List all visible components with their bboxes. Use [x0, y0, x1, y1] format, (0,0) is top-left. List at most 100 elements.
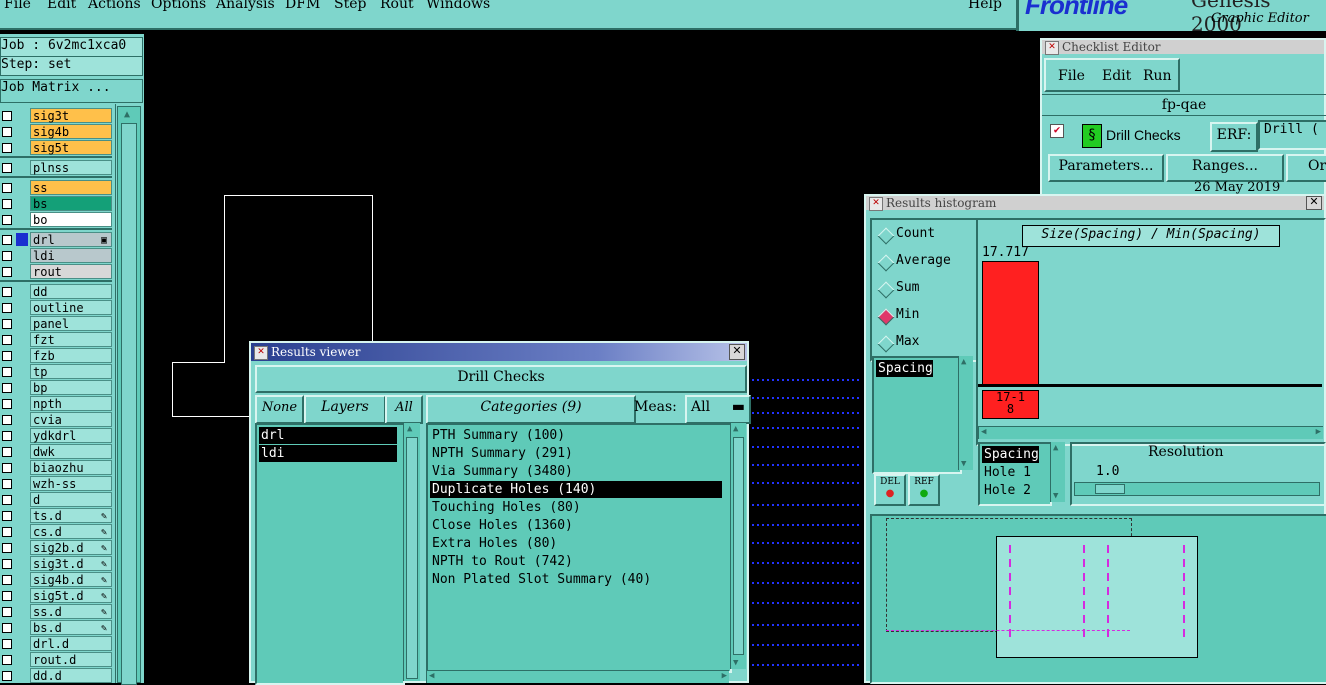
layer-name[interactable]: bs.d ✎	[30, 620, 112, 635]
chart-hscrollbar[interactable]: ◀ ▶	[978, 426, 1323, 439]
layer-checkbox[interactable]	[2, 671, 12, 681]
layer-scrollbar[interactable]: ▲	[117, 106, 141, 685]
layer-row[interactable]: ldi	[0, 248, 112, 263]
layer-checkbox[interactable]	[2, 303, 12, 313]
histogram-titlebar[interactable]: ✕ Results histogram ✕	[866, 196, 1324, 211]
layer-row[interactable]: sig4b	[0, 124, 112, 139]
layer-name[interactable]: rout	[30, 264, 112, 279]
layer-checkbox[interactable]	[2, 607, 12, 617]
layer-name[interactable]: outline	[30, 300, 112, 315]
layer-result-item[interactable]: drl	[259, 427, 397, 444]
layer-name[interactable]: npth	[30, 396, 112, 411]
layer-checkbox[interactable]	[2, 399, 12, 409]
close-icon[interactable]: ✕	[1306, 196, 1322, 210]
layer-row[interactable]: sig3t.d ✎	[0, 556, 112, 571]
menu-actions[interactable]: Actions	[88, 0, 141, 12]
layer-checkbox[interactable]	[2, 559, 12, 569]
category-item[interactable]: Extra Holes (80)	[430, 535, 722, 552]
layer-results-scrollbar[interactable]: ▲	[403, 423, 420, 681]
bar-range-label[interactable]: 17-18	[982, 390, 1039, 419]
layer-row[interactable]: panel	[0, 316, 112, 331]
layer-checkbox[interactable]	[2, 495, 12, 505]
job-matrix-button[interactable]: Job Matrix ...	[0, 79, 143, 103]
layer-scroll-thumb[interactable]	[121, 123, 137, 685]
layer-name[interactable]: sig3t.d ✎	[30, 556, 112, 571]
menu-help[interactable]: Help	[968, 0, 1002, 12]
layer-name[interactable]: sig4b.d ✎	[30, 572, 112, 587]
layer-checkbox[interactable]	[2, 463, 12, 473]
layer-row[interactable]: plnss	[0, 160, 112, 175]
layer-name[interactable]: sig4b	[30, 124, 112, 139]
category-scrollbar[interactable]: ▲ ▼	[730, 423, 746, 669]
layer-name[interactable]: fzb	[30, 348, 112, 363]
layer-row[interactable]: sig5t	[0, 140, 112, 155]
menu-options[interactable]: Options	[151, 0, 206, 12]
window-menu-icon[interactable]: ✕	[1045, 41, 1059, 55]
layer-name[interactable]: sig3t	[30, 108, 112, 123]
layer-row[interactable]: sig5t.d ✎	[0, 588, 112, 603]
layer-row[interactable]: fzb	[0, 348, 112, 363]
parameter-item[interactable]: Spacing	[982, 446, 1039, 463]
category-item[interactable]: PTH Summary (100)	[430, 427, 722, 444]
layer-checkbox[interactable]	[2, 287, 12, 297]
category-item[interactable]: Non Plated Slot Summary (40)	[430, 571, 722, 588]
meas-select[interactable]: All ▬	[685, 395, 751, 424]
resolution-slider-thumb[interactable]	[1095, 484, 1125, 494]
category-item[interactable]: NPTH Summary (291)	[430, 445, 722, 462]
layer-row[interactable]: sig2b.d ✎	[0, 540, 112, 555]
layer-row[interactable]: biaozhu	[0, 460, 112, 475]
menu-dfm[interactable]: DFM	[285, 0, 320, 12]
category-hscrollbar[interactable]: ◀ ▶	[426, 670, 729, 683]
close-icon[interactable]: ✕	[729, 344, 745, 360]
preview-board[interactable]	[996, 536, 1198, 658]
del-button[interactable]: DEL ●	[874, 474, 906, 506]
category-item[interactable]: Touching Holes (80)	[430, 499, 722, 516]
layer-row[interactable]: rout	[0, 264, 112, 279]
measure-item[interactable]: Spacing	[876, 360, 933, 377]
layer-checkbox[interactable]	[2, 215, 12, 225]
layer-checkbox[interactable]	[2, 351, 12, 361]
category-list[interactable]: PTH Summary (100) NPTH Summary (291) Via S…	[426, 423, 732, 673]
layer-checkbox[interactable]	[2, 447, 12, 457]
menu-windows[interactable]: Windows	[426, 0, 490, 12]
mode-label-max[interactable]: Max	[896, 334, 919, 349]
layer-checkbox[interactable]	[2, 431, 12, 441]
mode-label-count[interactable]: Count	[896, 226, 935, 241]
layer-checkbox[interactable]	[2, 527, 12, 537]
mode-label-sum[interactable]: Sum	[896, 280, 919, 295]
layer-name[interactable]: bo	[30, 212, 112, 227]
layer-results-list[interactable]: drl ldi	[255, 423, 405, 685]
checklist-editor-titlebar[interactable]: ✕ Checklist Editor	[1042, 40, 1324, 55]
layer-row[interactable]: dwk	[0, 444, 112, 459]
layer-row[interactable]: bp	[0, 380, 112, 395]
layer-row[interactable]: npth	[0, 396, 112, 411]
layer-checkbox[interactable]	[2, 143, 12, 153]
layer-name[interactable]: cs.d ✎	[30, 524, 112, 539]
mode-label-average[interactable]: Average	[896, 253, 951, 268]
parameter-item[interactable]: Hole 2	[982, 482, 1031, 499]
layers-button[interactable]: Layers	[304, 395, 386, 424]
layer-checkbox[interactable]	[2, 591, 12, 601]
layer-row[interactable]: d	[0, 492, 112, 507]
menu-step[interactable]: Step	[334, 0, 366, 12]
menu-file[interactable]: File	[4, 0, 31, 12]
layer-checkbox[interactable]	[2, 623, 12, 633]
layer-row[interactable]: wzh-ss	[0, 476, 112, 491]
erf-input[interactable]: Drill (	[1258, 120, 1326, 150]
resolution-slider[interactable]	[1074, 482, 1320, 496]
menu-analysis[interactable]: Analysis	[216, 0, 275, 12]
menu-rout[interactable]: Rout	[380, 0, 414, 12]
layer-row[interactable]: outline	[0, 300, 112, 315]
layer-checkbox[interactable]	[2, 111, 12, 121]
layer-name[interactable]: dd.d	[30, 668, 112, 683]
categories-button[interactable]: Categories (9)	[426, 395, 636, 424]
order-button[interactable]: Or	[1286, 154, 1326, 182]
layer-name[interactable]: ldi	[30, 248, 112, 263]
parameter-scrollbar[interactable]: ▲ ▼	[1050, 442, 1065, 502]
layer-name[interactable]: ydkdrl	[30, 428, 112, 443]
layer-row[interactable]: bo	[0, 212, 112, 227]
none-button[interactable]: None	[255, 395, 304, 424]
measure-list[interactable]: Spacing	[872, 356, 962, 474]
layer-name[interactable]: drl.d	[30, 636, 112, 651]
layer-name[interactable]: fzt	[30, 332, 112, 347]
